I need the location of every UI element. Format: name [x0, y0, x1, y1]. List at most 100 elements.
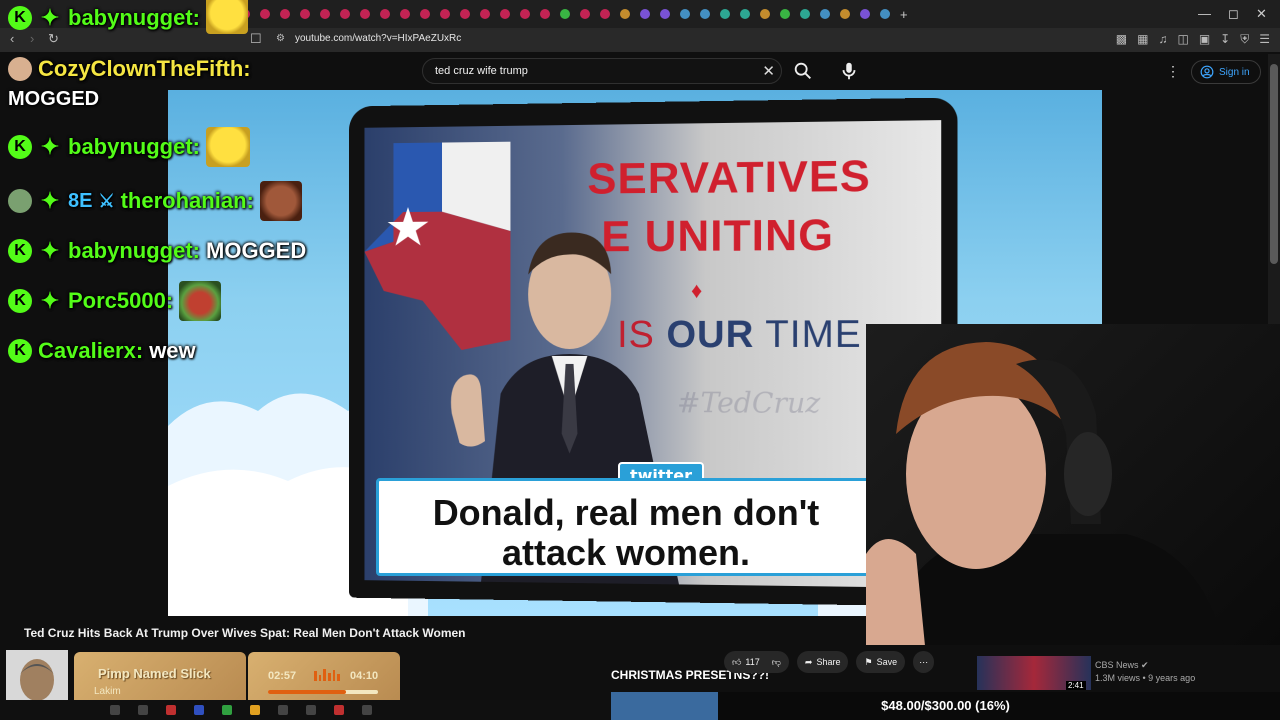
taskbar-app-icon[interactable]: [194, 705, 204, 715]
taskbar-app-icon[interactable]: [222, 705, 232, 715]
flame-logo-icon: ♦: [691, 277, 703, 303]
sidebar-icon[interactable]: ◫: [1177, 32, 1188, 47]
menu-icon[interactable]: ☰: [1259, 32, 1270, 47]
taskbar-app-icon[interactable]: [138, 705, 148, 715]
tab-favicon[interactable]: [720, 9, 730, 19]
taskbar-app-icon[interactable]: [166, 705, 176, 715]
user-avatar: [8, 57, 32, 81]
face-emote-icon: [259, 181, 302, 221]
tab-favicon[interactable]: [360, 9, 370, 19]
music-icon[interactable]: ♫: [1158, 32, 1167, 47]
scrollbar-thumb[interactable]: [1270, 64, 1278, 264]
pepe-emote-icon: [179, 281, 222, 321]
clear-search-icon[interactable]: ✕: [762, 62, 775, 80]
total-time: 04:10: [350, 670, 379, 682]
bee-emote-icon: [206, 0, 248, 34]
chat-message: K ✦ babynugget:: [8, 0, 248, 34]
chat-username: CozyClownTheFifth:: [38, 56, 251, 81]
tab-favicon[interactable]: [680, 9, 690, 19]
sparkle-badge-icon: ✦: [40, 238, 60, 263]
tab-favicon[interactable]: [460, 9, 470, 19]
chat-message: K ✦ babynugget: MOGGED: [8, 236, 306, 266]
tab-favicon[interactable]: [860, 9, 870, 19]
tab-favicon[interactable]: [740, 9, 750, 19]
kick-badge-icon: K: [8, 339, 32, 363]
tab-favicon[interactable]: [540, 9, 550, 19]
microphone-icon[interactable]: [838, 60, 860, 82]
more-options-icon[interactable]: ⋮: [1166, 63, 1180, 80]
account-icon: [1200, 65, 1214, 79]
chat-message-text: MOGGED: [8, 88, 100, 110]
bee-emote-icon: [206, 127, 250, 167]
kick-badge-icon: K: [8, 6, 32, 30]
tweet-quote: Donald, real men don't attack women.: [379, 493, 873, 573]
taskbar-app-icon[interactable]: [250, 705, 260, 715]
verified-icon: ✔: [1141, 660, 1149, 670]
tab-favicon[interactable]: [560, 9, 570, 19]
tab-favicon[interactable]: [420, 9, 430, 19]
chat-message: K ✦ Porc5000:: [8, 281, 222, 321]
like-count: 117: [745, 657, 760, 667]
tab-favicon[interactable]: [440, 9, 450, 19]
extension-icon[interactable]: ▩: [1116, 32, 1127, 47]
tab-favicon[interactable]: [480, 9, 490, 19]
tab-favicon[interactable]: [380, 9, 390, 19]
tab-favicon[interactable]: [340, 9, 350, 19]
chat-username: babynugget:: [68, 134, 200, 159]
taskbar-app-icon[interactable]: [278, 705, 288, 715]
save-icon: ⚑: [864, 656, 873, 667]
tab-favicon[interactable]: [780, 9, 790, 19]
thumbs-down-icon[interactable]: 👎︎: [772, 657, 781, 668]
tab-favicon[interactable]: [760, 9, 770, 19]
share-button[interactable]: ➦ Share: [796, 651, 849, 673]
taskbar-app-icon[interactable]: [110, 705, 120, 715]
search-input[interactable]: ted cruz wife trump ✕: [422, 58, 782, 84]
close-window-button[interactable]: ✕: [1256, 6, 1267, 22]
song-title: Pimp Named Slick: [98, 666, 211, 681]
tab-favicon[interactable]: [620, 9, 630, 19]
search-query[interactable]: ted cruz wife trump: [435, 65, 528, 77]
search-icon[interactable]: [792, 60, 814, 82]
user-avatar: [8, 189, 32, 213]
tab-favicon[interactable]: [400, 9, 410, 19]
tab-favicon[interactable]: [520, 9, 530, 19]
wallet-icon[interactable]: ▣: [1199, 32, 1210, 47]
tab-favicon[interactable]: [820, 9, 830, 19]
sword-badge-icon: ⚔: [98, 190, 115, 211]
tweet-quote-line2: attack women.: [501, 532, 751, 573]
shield-icon[interactable]: ⛨: [1240, 32, 1249, 47]
taskbar-app-icon[interactable]: [334, 705, 344, 715]
tab-favicon[interactable]: [800, 9, 810, 19]
recommended-video-duration: 2:41: [1066, 681, 1086, 690]
tab-favicon[interactable]: [600, 9, 610, 19]
more-actions-button[interactable]: ⋯: [913, 651, 935, 673]
tab-favicon[interactable]: [700, 9, 710, 19]
extension-icon[interactable]: ▦: [1137, 32, 1148, 47]
chat-username: babynugget:: [68, 5, 200, 30]
like-button[interactable]: 👍︎ 117 👎︎: [724, 651, 789, 673]
playback-progress-fill: [268, 690, 347, 694]
sparkle-badge-icon: ✦: [40, 5, 60, 30]
chat-overlay: K ✦ babynugget: CozyClownTheFifth: MOGGE…: [0, 0, 330, 370]
sign-in-button[interactable]: Sign in: [1191, 60, 1261, 84]
save-button[interactable]: ⚑ Save: [856, 651, 906, 673]
download-icon[interactable]: ↧: [1220, 32, 1230, 47]
recommended-channel[interactable]: CBS News ✔: [1095, 660, 1149, 671]
taskbar-app-icon[interactable]: [362, 705, 372, 715]
video-actions: 👍︎ 117 👎︎ ➦ Share ⚑ Save ⋯: [724, 651, 935, 673]
minimize-button[interactable]: —: [1198, 6, 1211, 21]
recommended-video-meta: 1.3M views • 9 years ago: [1095, 673, 1196, 683]
save-label: Save: [876, 657, 898, 667]
tab-favicon[interactable]: [660, 9, 670, 19]
kick-badge-icon: K: [8, 289, 32, 313]
tab-favicon[interactable]: [640, 9, 650, 19]
watermark-text: #TedCruz: [676, 386, 821, 420]
taskbar-app-icon[interactable]: [306, 705, 316, 715]
extension-icons: ▩ ▦ ♫ ◫ ▣ ↧ ⛨ ☰: [1116, 32, 1270, 47]
tab-favicon[interactable]: [840, 9, 850, 19]
new-tab-button[interactable]: +: [900, 7, 908, 22]
tab-favicon[interactable]: [500, 9, 510, 19]
tab-favicon[interactable]: [880, 9, 890, 19]
maximize-button[interactable]: ◻: [1228, 6, 1239, 22]
tab-favicon[interactable]: [580, 9, 590, 19]
